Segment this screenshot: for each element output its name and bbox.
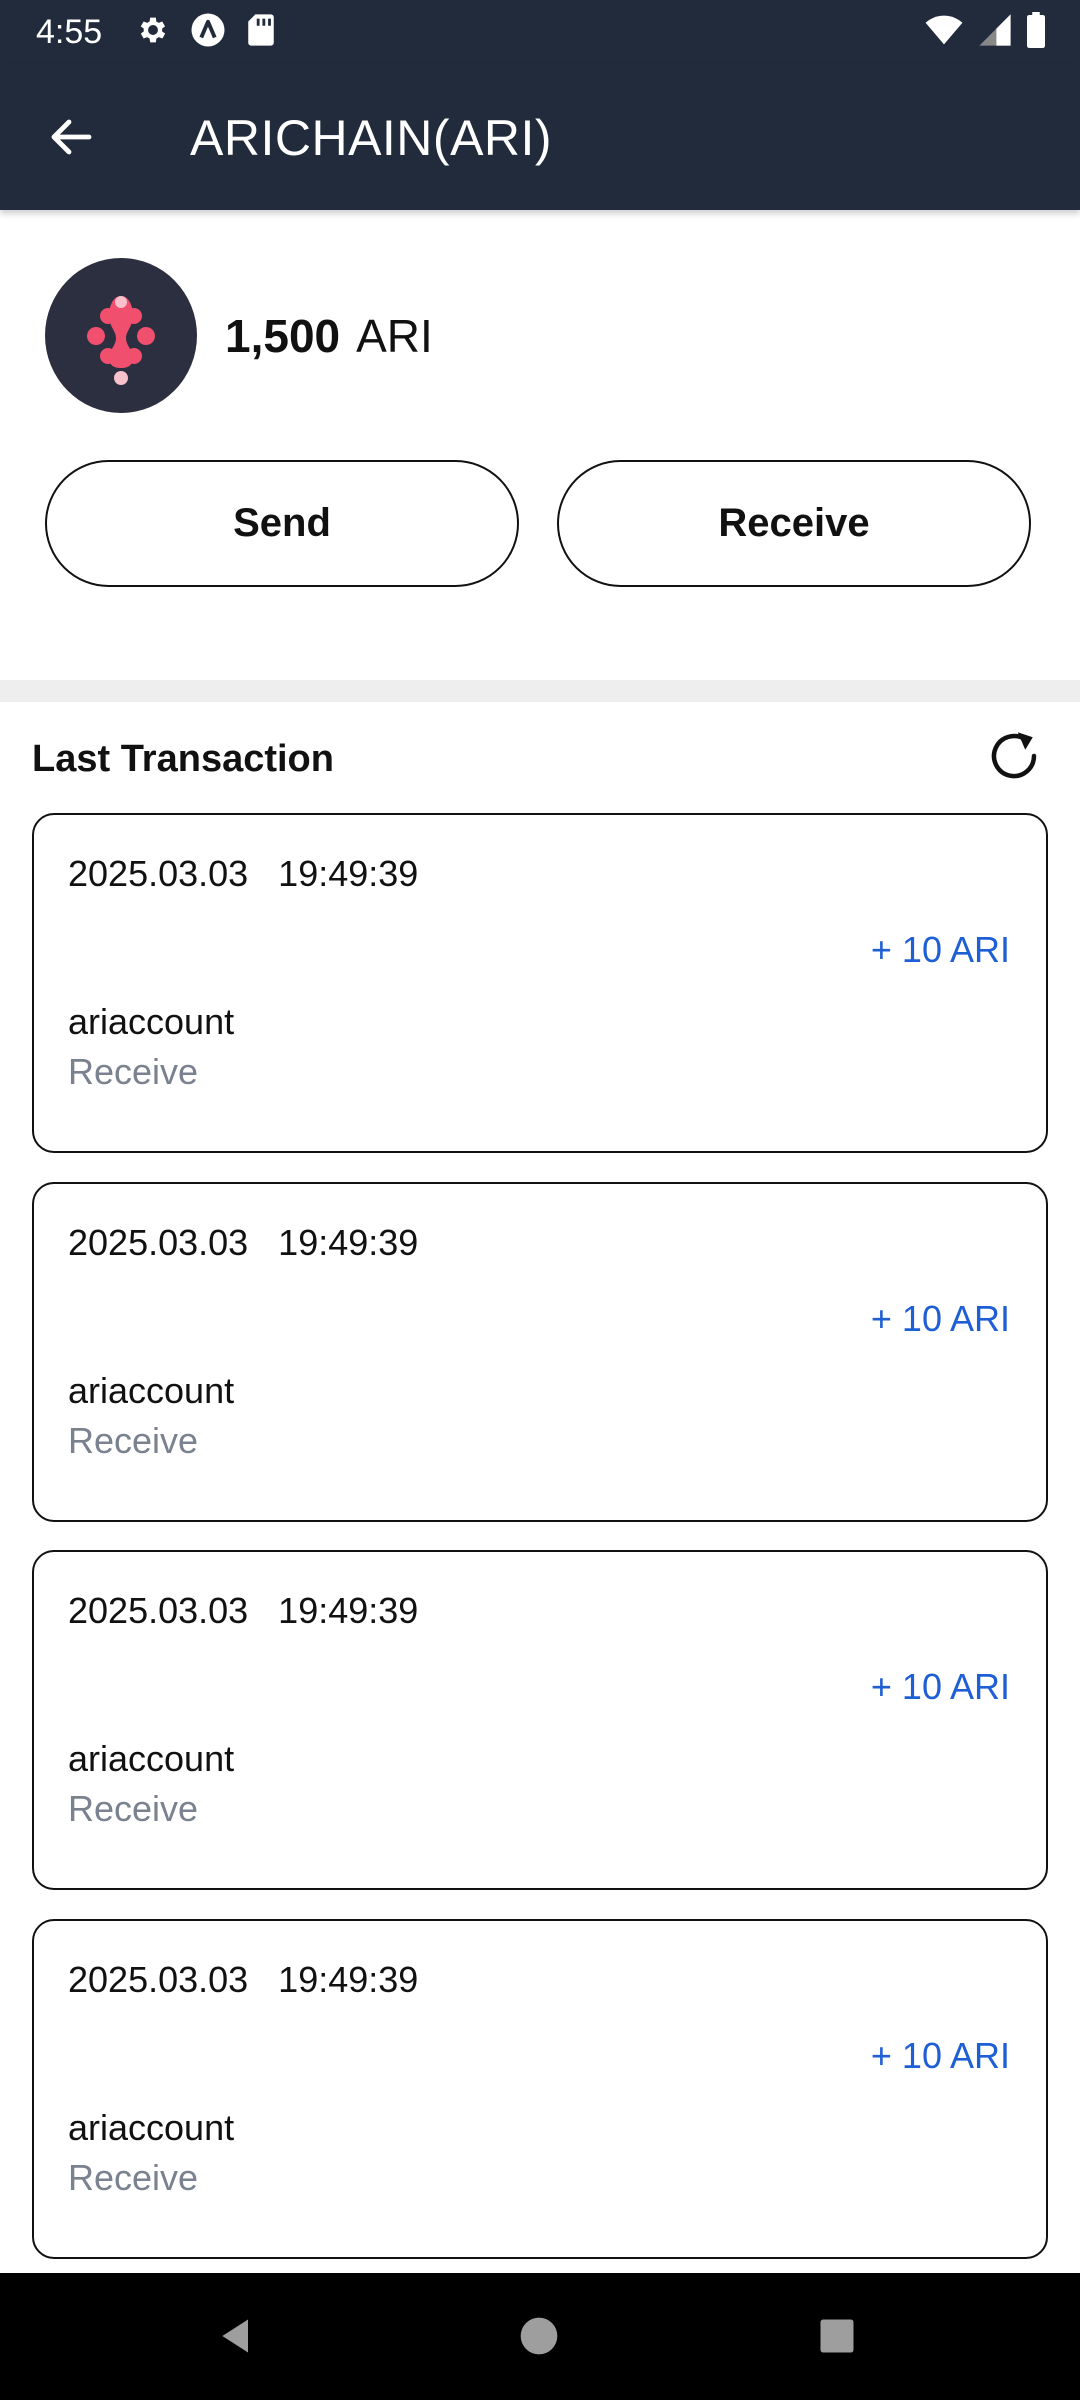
transaction-account: ariaccount [68,1370,235,1411]
section-title: Last Transaction [32,738,334,780]
transaction-datetime: 2025.03.03 19:49:39 [68,1959,419,2000]
transaction-card[interactable]: 2025.03.03 19:49:39 + 10 ARI ariaccount … [32,1550,1048,1890]
transaction-type: Receive [68,2157,199,2198]
transaction-type: Receive [68,1420,199,1461]
status-bar: 4:55 [0,0,1080,64]
transaction-amount: + 10 ARI [870,1666,1010,1707]
battery-icon [1026,12,1046,48]
page-title: ARICHAIN(ARI) [190,110,553,166]
transaction-amount: + 10 ARI [870,929,1010,970]
sd-card-icon [246,13,276,47]
wifi-icon [924,14,964,46]
send-button[interactable]: Send [45,460,519,587]
balance-unit: ARI [356,310,433,362]
transaction-card[interactable]: 2025.03.03 19:49:39 + 10 ARI ariaccount … [32,1919,1048,2259]
arichain-logo-icon [45,258,197,413]
app-notification-icon [190,12,226,48]
settings-gear-icon [136,13,170,47]
back-button[interactable] [36,104,106,174]
transaction-datetime: 2025.03.03 19:49:39 [68,1590,419,1631]
nav-back-button[interactable] [202,2303,272,2373]
nav-recents-button[interactable] [802,2303,872,2373]
transaction-account: ariaccount [68,1001,235,1042]
section-divider [0,680,1080,702]
transaction-type: Receive [68,1788,199,1829]
app-bar: ARICHAIN(ARI) [0,64,1080,210]
system-nav-bar [0,2273,1080,2400]
status-time: 4:55 [36,13,103,51]
receive-button[interactable]: Receive [557,460,1031,587]
transaction-card[interactable]: 2025.03.03 19:49:39 + 10 ARI ariaccount … [32,1182,1048,1522]
balance-amount: 1,500 [225,310,341,362]
refresh-button[interactable] [982,726,1046,790]
transaction-account: ariaccount [68,2107,235,2148]
transaction-account: ariaccount [68,1738,235,1779]
transaction-amount: + 10 ARI [870,2035,1010,2076]
transaction-type: Receive [68,1051,199,1092]
arrow-left-icon [47,113,95,166]
transaction-datetime: 2025.03.03 19:49:39 [68,1222,419,1263]
triangle-back-icon [215,2314,259,2363]
transaction-amount: + 10 ARI [870,1298,1010,1339]
cell-signal-icon [978,13,1012,47]
nav-home-button[interactable] [504,2303,574,2373]
refresh-icon [984,726,1044,791]
balance: 1,500 ARI [225,304,433,368]
square-recents-icon [815,2314,859,2363]
circle-home-icon [517,2314,561,2363]
transaction-datetime: 2025.03.03 19:49:39 [68,853,419,894]
transaction-card[interactable]: 2025.03.03 19:49:39 + 10 ARI ariaccount … [32,813,1048,1153]
